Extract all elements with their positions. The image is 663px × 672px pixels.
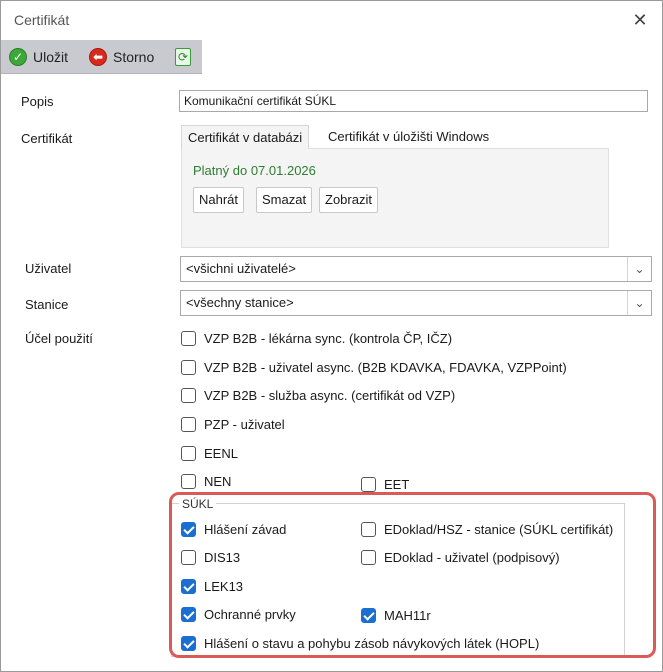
window-title: Certifikát xyxy=(14,12,70,28)
purpose-vzp-sluzba-async[interactable]: VZP B2B - služba async. (certifikát od V… xyxy=(181,388,455,403)
certifikat-label: Certifikát xyxy=(21,131,73,146)
purpose-label: EET xyxy=(384,477,410,492)
checkbox[interactable] xyxy=(181,331,196,346)
popis-label: Popis xyxy=(21,94,54,109)
refresh-icon: ⟳ xyxy=(175,48,191,66)
purpose-label: NEN xyxy=(204,474,232,489)
checkbox[interactable] xyxy=(181,417,196,432)
chevron-down-icon[interactable]: ⌄ xyxy=(627,291,651,315)
checkbox[interactable] xyxy=(181,474,196,489)
back-arrow-circle-icon: ⬅ xyxy=(89,48,107,66)
close-icon[interactable]: ✕ xyxy=(630,10,650,30)
refresh-button[interactable]: ⟳ xyxy=(175,46,191,68)
purpose-nen[interactable]: NEN xyxy=(181,474,231,489)
chevron-down-icon[interactable]: ⌄ xyxy=(627,257,651,281)
show-button[interactable]: Zobrazit xyxy=(319,187,378,213)
purpose-vzp-uzivatel-async[interactable]: VZP B2B - uživatel async. (B2B KDAVKA, F… xyxy=(181,360,567,375)
tab-panel-database: Platný do 07.01.2026 Nahrát Smazat Zobra… xyxy=(181,148,609,248)
purpose-label: VZP B2B - lékárna sync. (kontrola ČP, IČ… xyxy=(204,331,453,346)
checkbox[interactable] xyxy=(181,446,196,461)
uzivatel-select-value: <všichni uživatelé> xyxy=(186,261,296,276)
toolbar: ✓ Uložit ⬅ Storno ⟳ xyxy=(1,40,202,74)
cancel-button-label: Storno xyxy=(113,49,155,65)
ucel-label: Účel použití xyxy=(25,331,93,346)
check-circle-icon: ✓ xyxy=(9,48,27,66)
stanice-label: Stanice xyxy=(25,297,69,312)
tab-certifikat-v-ulozisti-windows[interactable]: Certifikát v úložišti Windows xyxy=(322,125,495,149)
delete-button[interactable]: Smazat xyxy=(256,187,313,213)
tab-certifikat-v-databazi[interactable]: Certifikát v databázi xyxy=(181,125,310,149)
checkbox[interactable] xyxy=(181,388,196,403)
purpose-label: VZP B2B - služba async. (certifikát od V… xyxy=(204,388,456,403)
purpose-label: PZP - uživatel xyxy=(204,417,285,432)
stanice-select[interactable]: <všechny stanice> ⌄ xyxy=(180,290,652,316)
purpose-vzp-lekarna-sync[interactable]: VZP B2B - lékárna sync. (kontrola ČP, IČ… xyxy=(181,331,452,346)
checkbox[interactable] xyxy=(181,360,196,375)
popis-input[interactable]: Komunikační certifikát SÚKL xyxy=(179,90,648,112)
purpose-eet[interactable]: EET xyxy=(361,477,409,492)
certificate-dialog: Certifikát ✕ ✓ Uložit ⬅ Storno ⟳ Popis K… xyxy=(0,0,663,672)
save-button[interactable]: ✓ Uložit xyxy=(9,46,68,68)
stanice-select-value: <všechny stanice> xyxy=(186,295,294,310)
purpose-pzp-uzivatel[interactable]: PZP - uživatel xyxy=(181,417,285,432)
purpose-label: EENL xyxy=(204,446,238,461)
uzivatel-label: Uživatel xyxy=(25,261,72,276)
purpose-label: VZP B2B - uživatel async. (B2B KDAVKA, F… xyxy=(204,360,567,375)
cancel-button[interactable]: ⬅ Storno xyxy=(89,46,154,68)
title-bar: Certifikát ✕ xyxy=(1,1,662,40)
valid-until-text: Platný do 07.01.2026 xyxy=(193,163,316,178)
upload-button[interactable]: Nahrát xyxy=(193,187,245,213)
purpose-eenl[interactable]: EENL xyxy=(181,446,238,461)
highlight-annotation xyxy=(169,492,656,658)
uzivatel-select[interactable]: <všichni uživatelé> ⌄ xyxy=(180,256,652,282)
checkbox[interactable] xyxy=(361,477,376,492)
save-button-label: Uložit xyxy=(33,49,69,65)
